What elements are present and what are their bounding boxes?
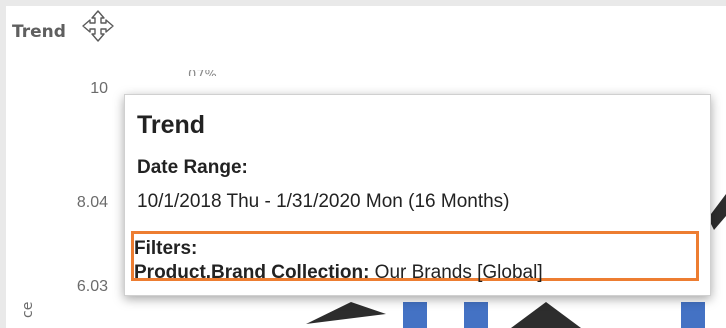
trend-line-mid xyxy=(511,302,581,328)
filters-label: Filters: xyxy=(134,238,198,259)
bar xyxy=(681,302,705,328)
trend-line-left xyxy=(306,302,386,324)
bar xyxy=(464,302,488,328)
widget-title: Trend xyxy=(12,22,66,42)
trend-tooltip: Trend Date Range: 10/1/2018 Thu - 1/31/2… xyxy=(124,94,711,296)
filter-value: Our Brands [Global] xyxy=(369,262,543,283)
chart-data-label: 07% xyxy=(188,70,217,76)
date-range-value: 10/1/2018 Thu - 1/31/2020 Mon (16 Months… xyxy=(137,191,510,212)
move-icon[interactable] xyxy=(81,9,115,43)
y-tick-label: 10 xyxy=(90,80,108,97)
y-tick-label: 8.04 xyxy=(76,194,108,211)
filter-key: Product.Brand Collection: xyxy=(134,262,370,283)
y-axis-label: ce xyxy=(20,301,36,318)
y-tick-label: 6.03 xyxy=(76,278,108,295)
filter-line: Product.Brand Collection: Our Brands [Gl… xyxy=(134,262,543,284)
trend-widget[interactable]: Trend 07% 10 8.04 6.03 ce Trend Date Ran… xyxy=(6,6,726,328)
bar xyxy=(403,302,427,328)
date-range-label: Date Range: xyxy=(137,157,248,178)
tooltip-title: Trend xyxy=(137,111,206,139)
